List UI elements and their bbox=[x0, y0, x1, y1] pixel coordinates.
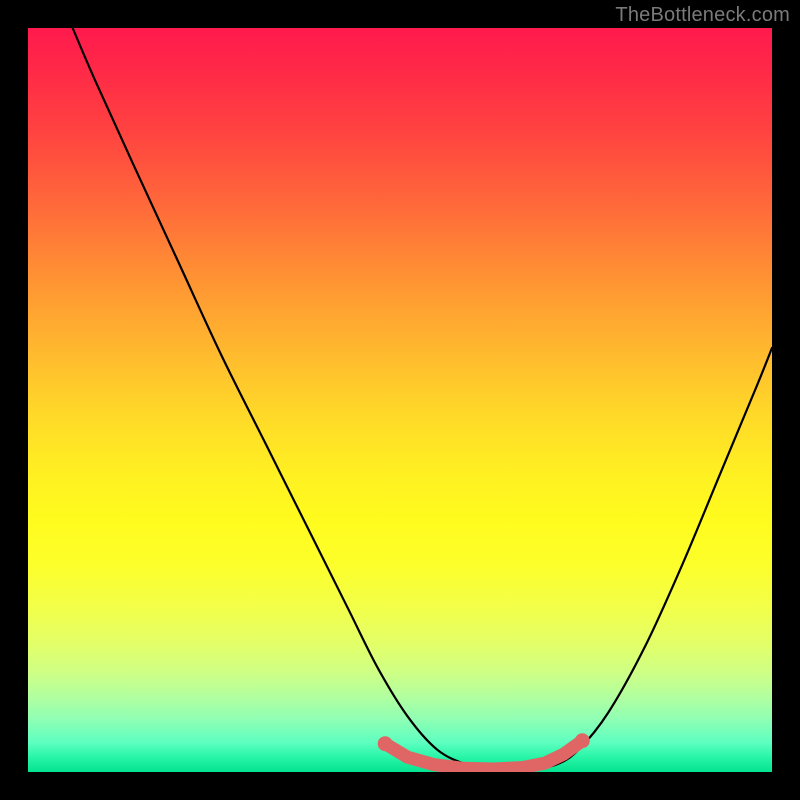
watermark-text: TheBottleneck.com bbox=[615, 4, 790, 27]
bottleneck-curve bbox=[73, 28, 772, 770]
plot-area bbox=[28, 28, 772, 772]
curve-layer bbox=[28, 28, 772, 772]
optimal-zone-markers bbox=[378, 733, 590, 769]
chart-frame: TheBottleneck.com bbox=[0, 0, 800, 800]
